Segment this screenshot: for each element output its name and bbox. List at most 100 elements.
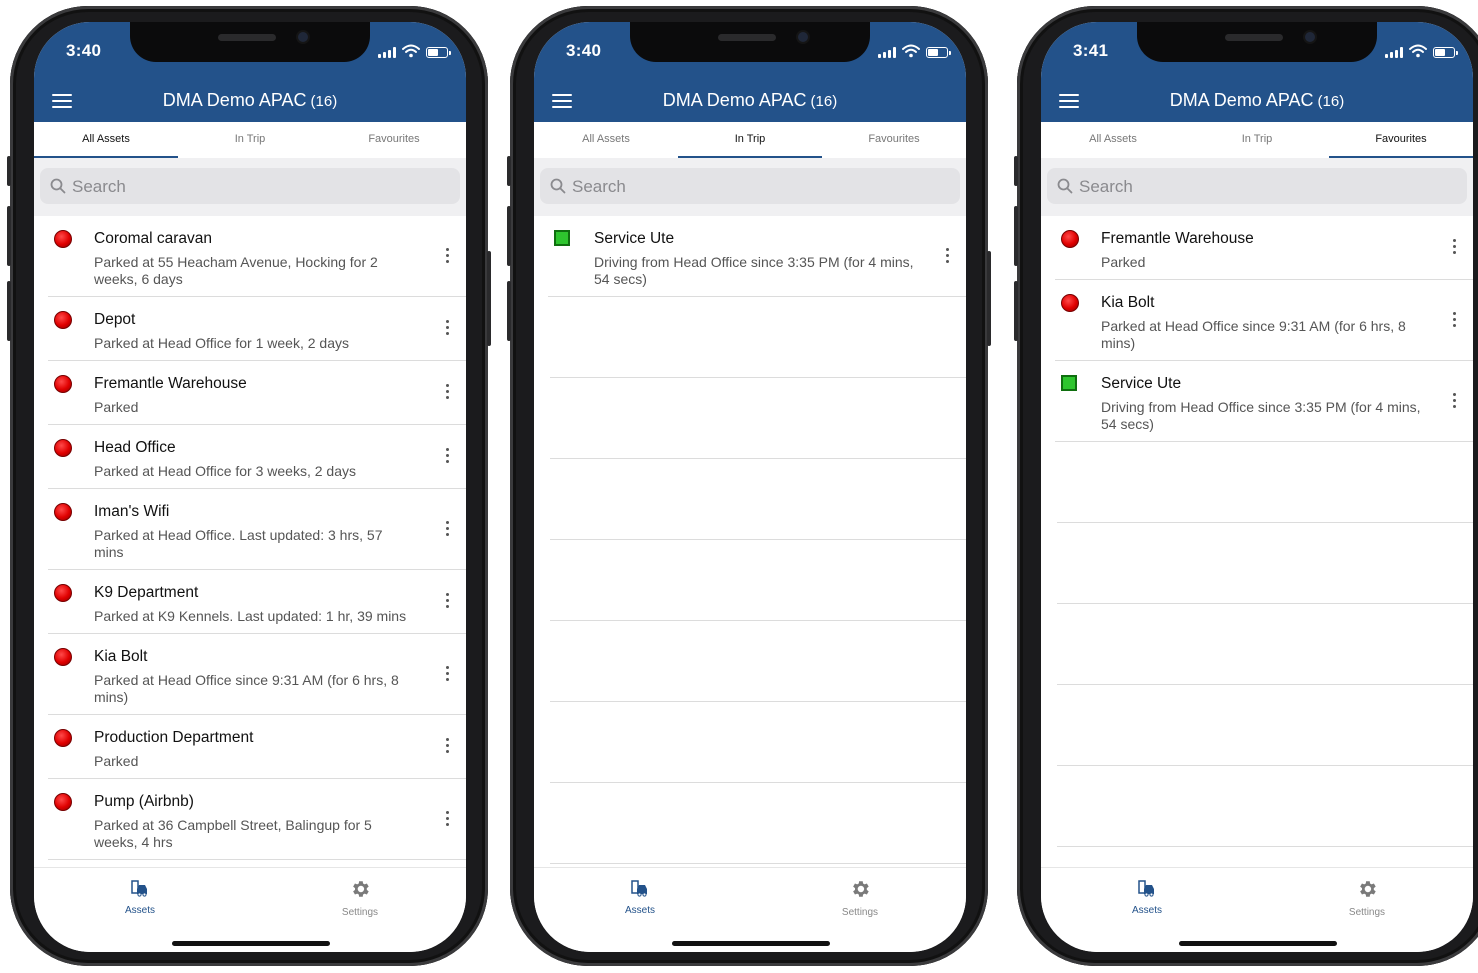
empty-row <box>550 540 966 621</box>
gear-icon <box>1360 881 1376 897</box>
asset-status: Parked at Head Office since 9:31 AM (for… <box>94 672 399 705</box>
phone-screen: 3:41 DMA Demo APAC (16) All Assets In Tr… <box>1041 22 1473 952</box>
tab-favourites[interactable]: Favourites <box>1329 122 1473 158</box>
nav-assets[interactable]: Assets <box>1107 878 1187 916</box>
tab-all-assets[interactable]: All Assets <box>34 122 178 158</box>
asset-count: (16) <box>1317 93 1345 110</box>
list-item[interactable]: Coromal caravan Parked at 55 Heacham Aven… <box>48 216 466 297</box>
search-placeholder: Search <box>572 177 626 196</box>
list-item[interactable]: Pump (Airbnb) Parked at 36 Campbell Stree… <box>48 779 466 860</box>
app-bar: DMA Demo APAC (16) <box>1041 82 1473 122</box>
wifi-icon <box>1409 44 1427 58</box>
tab-all-assets[interactable]: All Assets <box>1041 122 1185 158</box>
nav-settings[interactable]: Settings <box>1327 878 1407 918</box>
app-title: DMA Demo APAC (16) <box>534 90 966 111</box>
app-bar: DMA Demo APAC (16) <box>534 82 966 122</box>
asset-count: (16) <box>310 93 338 110</box>
kebab-icon[interactable] <box>1453 239 1457 257</box>
account-name: DMA Demo APAC <box>1169 90 1314 110</box>
bottom-nav: Assets Settings <box>534 867 966 952</box>
empty-row <box>550 702 966 783</box>
list-item[interactable]: Kia Bolt Parked at Head Office since 9:31… <box>1055 280 1473 361</box>
list-item[interactable]: Service Ute Driving from Head Office sinc… <box>548 216 966 297</box>
list-item[interactable]: Depot Parked at Head Office for 1 week, 2… <box>48 297 466 361</box>
list-item[interactable]: Fremantle Warehouse Parked <box>1055 216 1473 280</box>
kebab-icon[interactable] <box>446 384 450 402</box>
kebab-icon[interactable] <box>946 247 950 266</box>
kebab-icon[interactable] <box>446 320 450 338</box>
nav-settings[interactable]: Settings <box>320 878 400 918</box>
green-square-icon <box>554 230 570 246</box>
tab-in-trip[interactable]: In Trip <box>178 122 322 158</box>
search-placeholder: Search <box>1079 177 1133 196</box>
wifi-icon <box>402 44 420 58</box>
tab-label: Favourites <box>1375 133 1427 145</box>
kebab-icon[interactable] <box>446 810 450 829</box>
tab-label: In Trip <box>734 133 766 145</box>
system-icons <box>1385 44 1458 58</box>
search-input[interactable]: Search <box>1047 168 1467 204</box>
nav-assets[interactable]: Assets <box>600 878 680 916</box>
kebab-icon[interactable] <box>446 665 450 684</box>
kebab-icon[interactable] <box>446 247 450 266</box>
empty-row <box>1057 523 1473 604</box>
list-item[interactable]: Production Department Parked <box>48 715 466 779</box>
phone-frame-2: 3:40 DMA Demo APAC (16) All Assets In Tr… <box>507 6 991 966</box>
phone-frame-1: 3:40 DMA Demo APAC (16) All Assets In Tr… <box>7 6 491 966</box>
kebab-icon[interactable] <box>1453 392 1457 411</box>
kebab-icon[interactable] <box>446 448 450 466</box>
asset-name: Coromal caravan <box>94 230 213 247</box>
tab-label: In Trip <box>234 133 266 145</box>
tab-favourites[interactable]: Favourites <box>822 122 966 158</box>
list-item[interactable]: Iman's Wifi Parked at Head Office. Last u… <box>48 489 466 570</box>
asset-count: (16) <box>810 93 838 110</box>
assets-car-icon <box>131 880 147 897</box>
assets-car-icon <box>631 880 647 897</box>
nav-settings[interactable]: Settings <box>820 878 900 918</box>
list-item[interactable]: Kia Bolt Parked at Head Office since 9:31… <box>48 634 466 715</box>
notch <box>630 22 870 62</box>
empty-row <box>1057 766 1473 847</box>
tab-bar: All Assets In Trip Favourites <box>34 122 466 158</box>
home-indicator <box>172 941 330 946</box>
empty-row <box>1057 604 1473 685</box>
status-bar: 3:40 <box>34 22 466 82</box>
asset-name: Fremantle Warehouse <box>1101 230 1254 247</box>
asset-list: Coromal caravan Parked at 55 Heacham Aven… <box>34 216 466 860</box>
tab-in-trip[interactable]: In Trip <box>678 122 822 158</box>
empty-row <box>550 297 966 378</box>
power-button <box>487 251 491 346</box>
gear-icon <box>853 881 869 897</box>
list-item[interactable]: K9 Department Parked at K9 Kennels. Last … <box>48 570 466 634</box>
speaker <box>718 34 776 41</box>
list-item[interactable]: Head Office Parked at Head Office for 3 w… <box>48 425 466 489</box>
asset-name: Iman's Wifi <box>94 503 170 520</box>
list-item[interactable]: Service Ute Driving from Head Office sinc… <box>1055 361 1473 442</box>
red-dot-icon <box>54 793 72 811</box>
signal-icon <box>378 47 396 58</box>
volume-up-button <box>507 206 511 266</box>
asset-status: Parked <box>94 753 139 769</box>
phone-screen: 3:40 DMA Demo APAC (16) All Assets In Tr… <box>534 22 966 952</box>
speaker <box>1225 34 1283 41</box>
search-icon <box>550 178 566 194</box>
search-icon <box>50 178 66 194</box>
status-time: 3:41 <box>1073 41 1109 60</box>
status-bar: 3:41 <box>1041 22 1473 82</box>
camera <box>298 32 308 42</box>
kebab-icon[interactable] <box>446 738 450 756</box>
nav-assets[interactable]: Assets <box>100 878 180 916</box>
search-bar: Search <box>534 158 966 216</box>
search-input[interactable]: Search <box>540 168 960 204</box>
green-square-icon <box>1061 375 1077 391</box>
asset-status: Parked at K9 Kennels. Last updated: 1 hr… <box>94 608 407 624</box>
search-input[interactable]: Search <box>40 168 460 204</box>
kebab-icon[interactable] <box>446 593 450 611</box>
kebab-icon[interactable] <box>1453 311 1457 330</box>
list-item[interactable]: Fremantle Warehouse Parked <box>48 361 466 425</box>
tab-favourites[interactable]: Favourites <box>322 122 466 158</box>
empty-row <box>1057 442 1473 523</box>
tab-all-assets[interactable]: All Assets <box>534 122 678 158</box>
tab-in-trip[interactable]: In Trip <box>1185 122 1329 158</box>
kebab-icon[interactable] <box>446 520 450 539</box>
